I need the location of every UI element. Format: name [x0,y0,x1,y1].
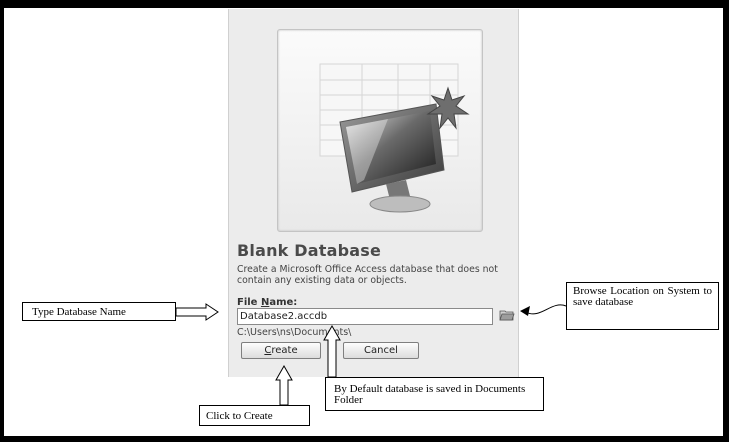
callout-browse-location: Browse Location on System to save databa… [566,282,719,330]
arrow-to-file-name [175,303,219,321]
arrow-to-folder-icon [525,304,567,315]
arrow-to-create-button [275,364,293,406]
callout-type-database-name: Type Database Name [22,302,176,321]
callout-click-to-create: Click to Create [199,405,310,426]
annotation-arrows [175,303,567,406]
arrow-to-path [323,324,341,378]
callout-default-location: By Default database is saved in Document… [325,377,544,411]
